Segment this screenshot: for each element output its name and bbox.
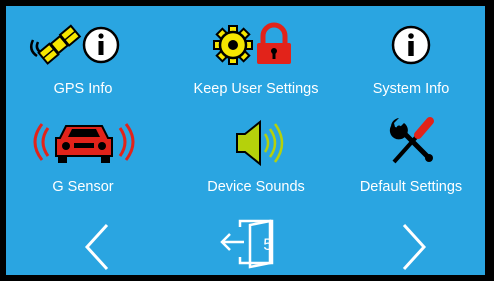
menu-item-label: System Info bbox=[372, 81, 450, 97]
menu-item-label: G Sensor bbox=[52, 179, 114, 195]
menu-item-label: Keep User Settings bbox=[193, 81, 319, 97]
menu-item-system-info[interactable]: System Info bbox=[336, 14, 486, 104]
previous-page-button[interactable] bbox=[84, 222, 110, 272]
menu-item-keep-user-settings[interactable]: Keep User Settings bbox=[181, 14, 331, 104]
device-screen: GPS Info Keep User Settings System Info … bbox=[0, 0, 494, 281]
chevron-left-icon bbox=[84, 223, 109, 271]
next-page-button[interactable] bbox=[401, 222, 427, 272]
car-vibration-icon bbox=[33, 123, 135, 163]
gear-lock-icon bbox=[213, 22, 291, 65]
chevron-right-icon bbox=[402, 223, 427, 271]
wrench-screwdriver-icon bbox=[389, 117, 434, 164]
menu-item-label: Device Sounds bbox=[207, 179, 305, 195]
menu-item-device-sounds[interactable]: Device Sounds bbox=[181, 112, 331, 202]
satellite-info-icon bbox=[29, 24, 120, 65]
menu-item-g-sensor[interactable]: G Sensor bbox=[8, 112, 158, 202]
menu-item-default-settings[interactable]: Default Settings bbox=[336, 112, 486, 202]
exit-countdown: 5 bbox=[263, 235, 273, 254]
menu-item-gps-info[interactable]: GPS Info bbox=[8, 14, 158, 104]
menu-panel: GPS Info Keep User Settings System Info … bbox=[6, 6, 485, 275]
menu-item-label: GPS Info bbox=[53, 81, 113, 97]
speaker-icon bbox=[236, 119, 284, 167]
info-icon bbox=[391, 25, 431, 65]
menu-item-label: Default Settings bbox=[359, 179, 463, 195]
